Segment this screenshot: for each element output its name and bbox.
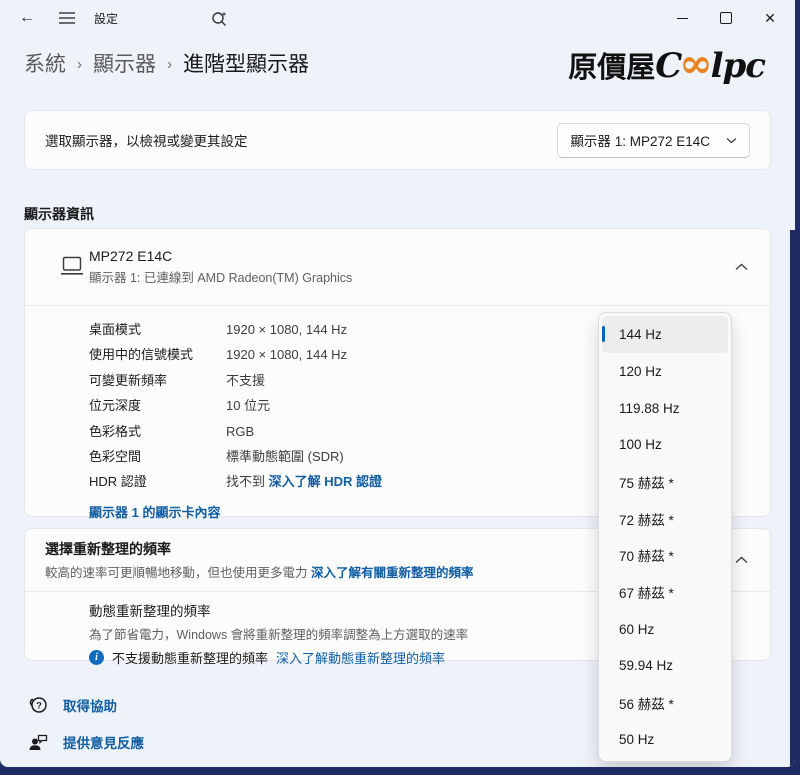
property-value: 10 位元 bbox=[226, 393, 270, 418]
refresh-rate-option-label: 75 赫茲 * bbox=[619, 472, 674, 492]
settings-window: ← 設定 ✕ 系統 › 顯示器 › 進階型顯示器 原價屋 bbox=[0, 0, 795, 767]
refresh-rate-option-label: 56 赫茲 * bbox=[619, 693, 674, 713]
back-arrow-icon: ← bbox=[19, 9, 35, 27]
breadcrumb-system[interactable]: 系統 bbox=[24, 48, 66, 78]
feedback-row: 提供意見反應 bbox=[28, 732, 144, 752]
get-help-link[interactable]: 取得協助 bbox=[63, 695, 117, 715]
refresh-rate-option-label: 119.88 Hz bbox=[619, 401, 680, 416]
nav-menu-button[interactable] bbox=[52, 5, 82, 31]
refresh-rate-option-label: 67 赫茲 * bbox=[619, 582, 674, 602]
breadcrumb-separator: › bbox=[77, 54, 82, 73]
display-selector-dropdown[interactable]: 顯示器 1: MP272 E14C bbox=[557, 123, 750, 158]
refresh-rate-option-label: 60 Hz bbox=[619, 622, 654, 637]
minimize-button[interactable] bbox=[660, 3, 704, 33]
chevron-up-icon[interactable] bbox=[735, 556, 748, 564]
monitor-name: MP272 E14C bbox=[89, 248, 352, 264]
search-button[interactable] bbox=[204, 5, 234, 31]
logo-letter-c: C bbox=[655, 46, 681, 86]
breadcrumb: 系統 › 顯示器 › 進階型顯示器 bbox=[24, 48, 309, 78]
refresh-rate-option[interactable]: 144 Hz bbox=[602, 316, 728, 353]
refresh-rate-option[interactable]: 67 赫茲 * bbox=[602, 574, 728, 611]
help-icon: ? bbox=[28, 694, 49, 715]
feedback-icon bbox=[28, 733, 49, 752]
logo-chinese-text: 原價屋 bbox=[568, 44, 655, 86]
chevron-up-icon[interactable] bbox=[735, 263, 748, 271]
property-label: 使用中的信號模式 bbox=[89, 342, 226, 367]
chevron-down-icon bbox=[726, 137, 737, 144]
breadcrumb-separator: › bbox=[167, 54, 172, 73]
info-icon: i bbox=[89, 650, 104, 665]
dynamic-refresh-status: 不支援動態重新整理的頻率 bbox=[112, 648, 268, 667]
refresh-rate-option-label: 50 Hz bbox=[619, 732, 654, 747]
property-value: 標準動態範圍 (SDR) bbox=[226, 444, 344, 469]
refresh-rate-description-text: 較高的速率可更順暢地移動，但也使用更多電力 bbox=[45, 566, 308, 580]
property-value: 1920 × 1080, 144 Hz bbox=[226, 342, 347, 367]
property-label: 色彩格式 bbox=[89, 419, 226, 444]
property-value: RGB bbox=[226, 419, 254, 444]
svg-text:?: ? bbox=[36, 701, 42, 712]
desktop-edge bbox=[0, 767, 800, 775]
refresh-rate-option[interactable]: 100 Hz bbox=[602, 426, 728, 463]
monitor-icon bbox=[59, 255, 85, 277]
select-display-card: 選取顯示器，以檢視或變更其設定 顯示器 1: MP272 E14C bbox=[24, 110, 771, 170]
close-button[interactable]: ✕ bbox=[748, 3, 792, 33]
search-icon bbox=[211, 10, 228, 27]
refresh-rate-option-label: 144 Hz bbox=[619, 327, 662, 342]
desktop-edge bbox=[790, 230, 795, 767]
logo-suffix: lpc bbox=[711, 46, 765, 86]
maximize-icon bbox=[720, 12, 732, 24]
select-display-label: 選取顯示器，以檢視或變更其設定 bbox=[45, 130, 248, 150]
display-info-header[interactable]: MP272 E14C 顯示器 1: 已連線到 AMD Radeon(TM) Gr… bbox=[25, 229, 770, 305]
breadcrumb-display[interactable]: 顯示器 bbox=[93, 48, 156, 78]
property-value: 找不到 深入了解 HDR 認證 bbox=[226, 469, 382, 494]
refresh-rate-option[interactable]: 50 Hz bbox=[602, 721, 728, 758]
refresh-rate-option-label: 100 Hz bbox=[619, 437, 662, 452]
back-button[interactable]: ← bbox=[12, 5, 42, 31]
hdr-certification-link[interactable]: 深入了解 HDR 認證 bbox=[269, 474, 382, 489]
property-value: 不支援 bbox=[226, 368, 265, 393]
display-info-section-title: 顯示器資訊 bbox=[24, 204, 94, 224]
page-title: 進階型顯示器 bbox=[183, 48, 309, 78]
app-title: 設定 bbox=[94, 10, 118, 27]
refresh-rate-option[interactable]: 56 赫茲 * bbox=[602, 684, 728, 721]
refresh-rate-option-label: 59.94 Hz bbox=[619, 658, 673, 673]
refresh-rate-option-label: 120 Hz bbox=[619, 364, 662, 379]
minimize-icon bbox=[677, 18, 688, 19]
titlebar: ← 設定 ✕ bbox=[0, 0, 795, 36]
property-label: HDR 認證 bbox=[89, 469, 226, 494]
refresh-rate-option[interactable]: 75 赫茲 * bbox=[602, 463, 728, 500]
refresh-rate-flyout: 144 Hz 120 Hz 119.88 Hz 100 Hz 75 赫茲 * 72 赫茲 … bbox=[598, 312, 732, 762]
hamburger-icon bbox=[59, 12, 75, 24]
property-label: 桌面模式 bbox=[89, 317, 226, 342]
dynamic-refresh-learn-more-link[interactable]: 深入了解動態重新整理的頻率 bbox=[276, 648, 445, 667]
refresh-rate-learn-more-link[interactable]: 深入了解有關重新整理的頻率 bbox=[311, 566, 474, 580]
refresh-rate-option-label: 70 赫茲 * bbox=[619, 545, 674, 565]
refresh-rate-option[interactable]: 60 Hz bbox=[602, 611, 728, 648]
maximize-button[interactable] bbox=[704, 3, 748, 33]
selected-indicator bbox=[602, 326, 605, 342]
get-help-row: ? 取得協助 bbox=[28, 694, 117, 715]
coolpc-logo: 原價屋 C ∞ lpc bbox=[568, 44, 765, 86]
refresh-rate-option[interactable]: 120 Hz bbox=[602, 353, 728, 390]
property-label: 可變更新頻率 bbox=[89, 368, 226, 393]
refresh-rate-option[interactable]: 70 赫茲 * bbox=[602, 537, 728, 574]
feedback-link[interactable]: 提供意見反應 bbox=[63, 732, 144, 752]
close-icon: ✕ bbox=[764, 11, 776, 25]
refresh-rate-option-label: 72 赫茲 * bbox=[619, 509, 674, 529]
monitor-connection: 顯示器 1: 已連線到 AMD Radeon(TM) Graphics bbox=[89, 267, 352, 286]
property-label: 位元深度 bbox=[89, 393, 226, 418]
property-value: 1920 × 1080, 144 Hz bbox=[226, 317, 347, 342]
display-selector-value: 顯示器 1: MP272 E14C bbox=[570, 130, 710, 150]
refresh-rate-option[interactable]: 119.88 Hz bbox=[602, 390, 728, 427]
refresh-rate-option[interactable]: 59.94 Hz bbox=[602, 647, 728, 684]
refresh-rate-option[interactable]: 72 赫茲 * bbox=[602, 500, 728, 537]
property-label: 色彩空間 bbox=[89, 444, 226, 469]
window-controls: ✕ bbox=[660, 3, 792, 33]
